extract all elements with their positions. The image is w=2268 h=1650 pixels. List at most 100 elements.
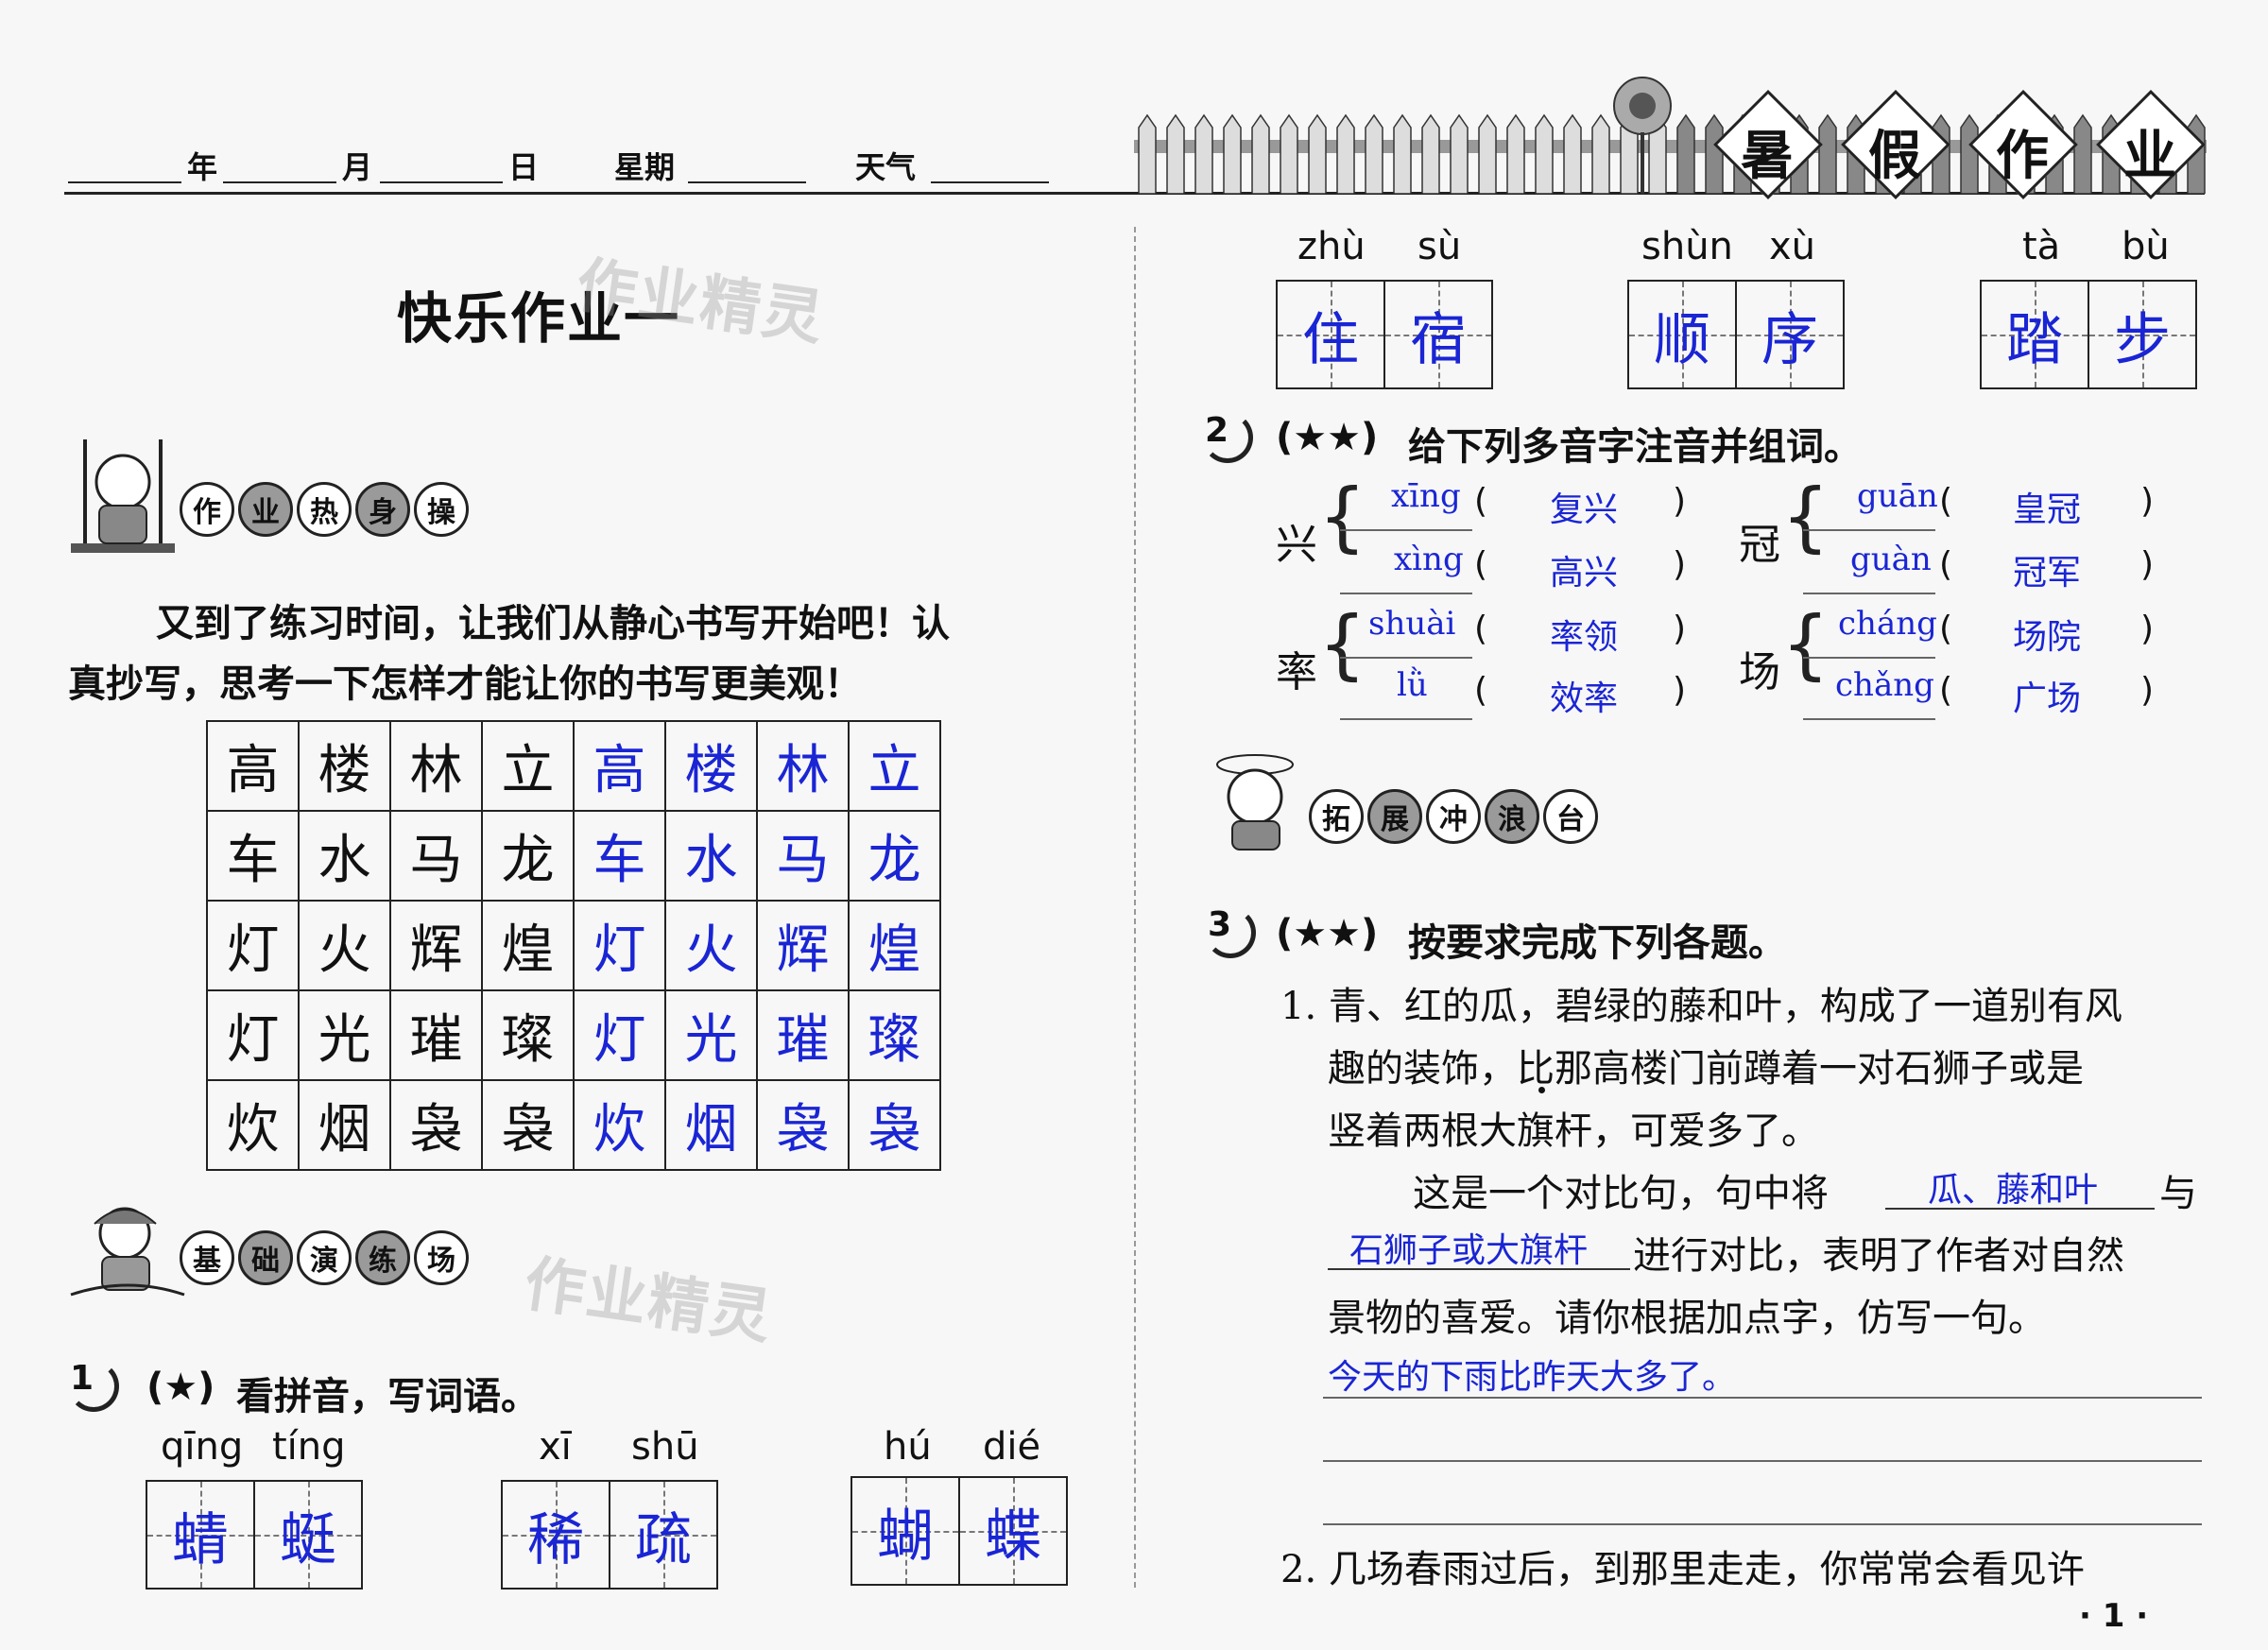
written-char[interactable]: 高 [573, 720, 666, 812]
pinyin-answer: shuài [1368, 605, 1456, 643]
passage-line: 趣的装饰，比那高楼门前蹲着一对石狮子或是 [1328, 1047, 2084, 1091]
pinyin-answer: guān [1857, 477, 1938, 515]
polyphone-char: 冠 [1739, 521, 1780, 569]
moon-icon [68, 1361, 119, 1412]
pinyin: shū [631, 1425, 699, 1469]
question-text: 按要求完成下列各题。 [1408, 921, 1786, 965]
pinyin-answer: xīng [1391, 477, 1461, 515]
passage-line: 2. 几场春雨过后，到那里走走，你常常会看见许 [1280, 1548, 2085, 1591]
fence-picket [1336, 113, 1355, 194]
printed-char: 高 [206, 720, 300, 812]
written-char[interactable]: 袅 [848, 1079, 941, 1171]
printed-char: 袅 [389, 1079, 483, 1171]
day-blank[interactable] [380, 181, 503, 183]
written-char[interactable]: 炊 [573, 1079, 666, 1171]
word-box[interactable]: 踏 步 [1980, 280, 2197, 389]
girl-thinking-icon [1216, 754, 1294, 851]
word-box[interactable]: 顺 序 [1627, 280, 1845, 389]
paren-open: ( [1939, 610, 1953, 648]
answer-line [1803, 718, 1935, 720]
answer-char: 蜓 [280, 1506, 336, 1573]
answer-line [1803, 657, 1935, 659]
passage-line: 这是一个对比句，句中将 [1413, 1172, 1829, 1215]
month-blank[interactable] [223, 181, 336, 183]
printed-char: 煌 [481, 900, 575, 991]
weekday-blank[interactable] [688, 181, 806, 183]
pinyin: dié [983, 1425, 1041, 1469]
girl-swing-icon [71, 439, 175, 553]
written-char[interactable]: 龙 [848, 810, 941, 902]
word-box[interactable]: 住 宿 [1276, 280, 1493, 389]
pinyin: sù [1418, 225, 1462, 268]
question-text: 给下列多音字注音并组词。 [1408, 425, 1862, 469]
written-char[interactable]: 马 [756, 810, 850, 902]
word-box[interactable]: 蜻 蜓 [146, 1480, 363, 1590]
answer-line [1803, 593, 1935, 594]
fence-picket [1563, 113, 1582, 194]
pinyin: xù [1769, 225, 1816, 268]
paren-close: ) [2140, 482, 2155, 521]
paren-open: ( [1474, 482, 1488, 521]
fence-picket [1251, 113, 1270, 194]
written-char[interactable]: 楼 [664, 720, 758, 812]
answer-line [1340, 657, 1472, 659]
badge-char: 场 [414, 1230, 469, 1285]
written-char[interactable]: 水 [664, 810, 758, 902]
question-stars: (★★) [1276, 416, 1379, 459]
written-char[interactable]: 煌 [848, 900, 941, 991]
warmup-text-line: 真抄写，思考一下怎样才能让你的书写更美观！ [68, 662, 862, 706]
pinyin: xī [539, 1425, 572, 1469]
polyphone-char: 场 [1739, 648, 1780, 696]
fence-picket [1138, 113, 1157, 194]
written-char[interactable]: 璀 [756, 989, 850, 1081]
fence-picket [1450, 113, 1469, 194]
pinyin: qīng [161, 1425, 244, 1469]
brace-icon: { [1781, 473, 1830, 560]
fence-picket [1280, 113, 1298, 194]
written-char[interactable]: 光 [664, 989, 758, 1081]
section-badge-extend: 拓 展 冲 浪 台 [1309, 789, 1602, 844]
badge-char: 基 [180, 1230, 234, 1285]
written-char[interactable]: 辉 [756, 900, 850, 991]
year-blank[interactable] [68, 181, 181, 183]
badge-char: 展 [1367, 789, 1422, 844]
copy-grid-row: 炊烟袅袅炊烟袅袅 [206, 1079, 941, 1171]
written-char[interactable]: 灯 [573, 989, 666, 1081]
word-answer: 复兴 [1550, 490, 1619, 529]
fence-picket [1308, 113, 1327, 194]
written-char[interactable]: 林 [756, 720, 850, 812]
weather-blank[interactable] [931, 181, 1049, 183]
printed-char: 车 [206, 810, 300, 902]
written-char[interactable]: 火 [664, 900, 758, 991]
printed-char: 林 [389, 720, 483, 812]
fence-picket [1506, 113, 1525, 194]
badge-char: 础 [238, 1230, 293, 1285]
written-char[interactable]: 灯 [573, 900, 666, 991]
written-char[interactable]: 烟 [664, 1079, 758, 1171]
pinyin: zhù [1297, 225, 1366, 268]
fence-picket [1223, 113, 1242, 194]
written-char[interactable]: 璨 [848, 989, 941, 1081]
written-char[interactable]: 立 [848, 720, 941, 812]
written-char[interactable]: 袅 [756, 1079, 850, 1171]
weather-label: 天气 [855, 149, 917, 185]
section-badge-basic: 基 础 演 练 场 [180, 1230, 472, 1285]
copy-grid-row: 车水马龙车水马龙 [206, 810, 941, 902]
question-text: 看拼音，写词语。 [236, 1375, 539, 1418]
written-char[interactable]: 车 [573, 810, 666, 902]
passage-line: 景物的喜爱。请你根据加点字，仿写一句。 [1328, 1297, 2046, 1340]
year-label: 年 [187, 149, 218, 185]
writing-line[interactable] [1323, 1460, 2202, 1462]
badge-char: 热 [297, 482, 352, 537]
answer-line [1340, 593, 1472, 594]
month-label: 月 [342, 149, 373, 185]
pinyin: tà [2022, 225, 2061, 268]
word-box[interactable]: 稀 疏 [501, 1480, 718, 1590]
writing-line[interactable] [1323, 1397, 2202, 1399]
brace-icon: { [1318, 600, 1366, 688]
printed-char: 火 [298, 900, 391, 991]
pinyin-answer: xìng [1394, 541, 1464, 578]
passage-line: 进行对比，表明了作者对自然 [1633, 1234, 2124, 1278]
word-box[interactable]: 蝴 蝶 [850, 1476, 1068, 1586]
writing-line[interactable] [1323, 1523, 2202, 1525]
